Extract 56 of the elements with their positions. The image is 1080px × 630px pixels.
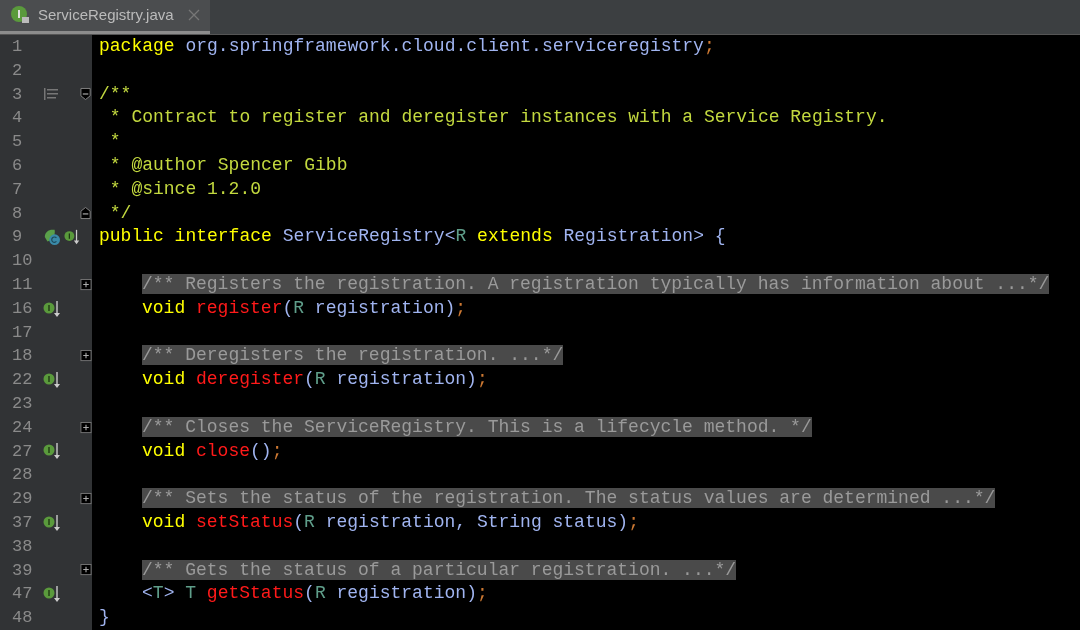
code-line: package org.springframework.cloud.client.serviceregistry; bbox=[99, 35, 715, 58]
line-number: 2 bbox=[11, 59, 24, 82]
interface-arrow-icon bbox=[43, 513, 62, 532]
line-number: 1 bbox=[11, 36, 24, 58]
line-number: 17 bbox=[11, 321, 34, 344]
interface-arrow-icon bbox=[43, 585, 62, 604]
interface-arrow-icon bbox=[43, 371, 62, 390]
interface-arrow-icon bbox=[64, 228, 81, 247]
expand-icon[interactable] bbox=[80, 277, 92, 292]
code-line: <T> T getStatus(R registration); bbox=[142, 582, 488, 606]
line-number: 37 bbox=[11, 511, 34, 534]
code-line: * @since 1.2.0 bbox=[108, 177, 262, 201]
line-number: 6 bbox=[11, 155, 24, 177]
line-number: 24 bbox=[11, 416, 34, 439]
line-number: 22 bbox=[11, 369, 34, 392]
line-number: 18 bbox=[11, 345, 34, 368]
expand-icon[interactable] bbox=[80, 349, 92, 364]
line-number: 8 bbox=[11, 202, 24, 225]
line-number: 4 bbox=[11, 107, 24, 130]
line-number: 10 bbox=[11, 250, 34, 273]
line-number: 11 bbox=[11, 273, 34, 296]
line-number: 16 bbox=[11, 297, 34, 320]
interface-file-icon bbox=[10, 5, 30, 25]
code-line: * @author Spencer Gibb bbox=[108, 154, 348, 177]
line-number: 29 bbox=[11, 488, 34, 511]
fold-start-icon[interactable] bbox=[80, 87, 92, 102]
expand-icon[interactable] bbox=[80, 420, 92, 435]
line-number: 9 bbox=[11, 226, 24, 249]
expand-icon[interactable] bbox=[80, 563, 92, 578]
code-line: public interface ServiceRegistry<R extends Registration> { bbox=[99, 225, 726, 249]
code-line: void setStatus(R registration, String status); bbox=[142, 510, 639, 534]
code-line: * Contract to register and deregister instances with a Service Registry. bbox=[108, 106, 888, 130]
line-number: 28 bbox=[11, 464, 34, 487]
code-line: void deregister(R registration); bbox=[142, 368, 488, 392]
line-number: 47 bbox=[11, 583, 34, 606]
interface-arrow-icon bbox=[43, 299, 62, 318]
code-line: /** bbox=[99, 82, 132, 106]
code-line: void close(); bbox=[142, 439, 283, 463]
line-number: 27 bbox=[11, 440, 34, 463]
line-number: 7 bbox=[11, 178, 24, 201]
line-number: 38 bbox=[11, 535, 34, 558]
file-tab[interactable]: ServiceRegistry.java bbox=[0, 0, 210, 34]
code-line: } bbox=[99, 606, 110, 630]
code-line: void register(R registration); bbox=[142, 296, 467, 320]
line-number: 39 bbox=[11, 559, 34, 582]
line-number: 3 bbox=[11, 83, 24, 106]
expand-icon[interactable] bbox=[80, 492, 92, 507]
fold-end-icon[interactable] bbox=[80, 206, 92, 221]
code-line: */ bbox=[108, 201, 132, 225]
line-number: 48 bbox=[11, 607, 34, 630]
structure-icon bbox=[43, 87, 60, 102]
interface-arrow-icon bbox=[43, 442, 62, 461]
line-number: 5 bbox=[11, 131, 24, 154]
code-line: * bbox=[108, 130, 121, 154]
line-number: 23 bbox=[11, 392, 34, 415]
leaf-badge-icon bbox=[42, 227, 61, 248]
